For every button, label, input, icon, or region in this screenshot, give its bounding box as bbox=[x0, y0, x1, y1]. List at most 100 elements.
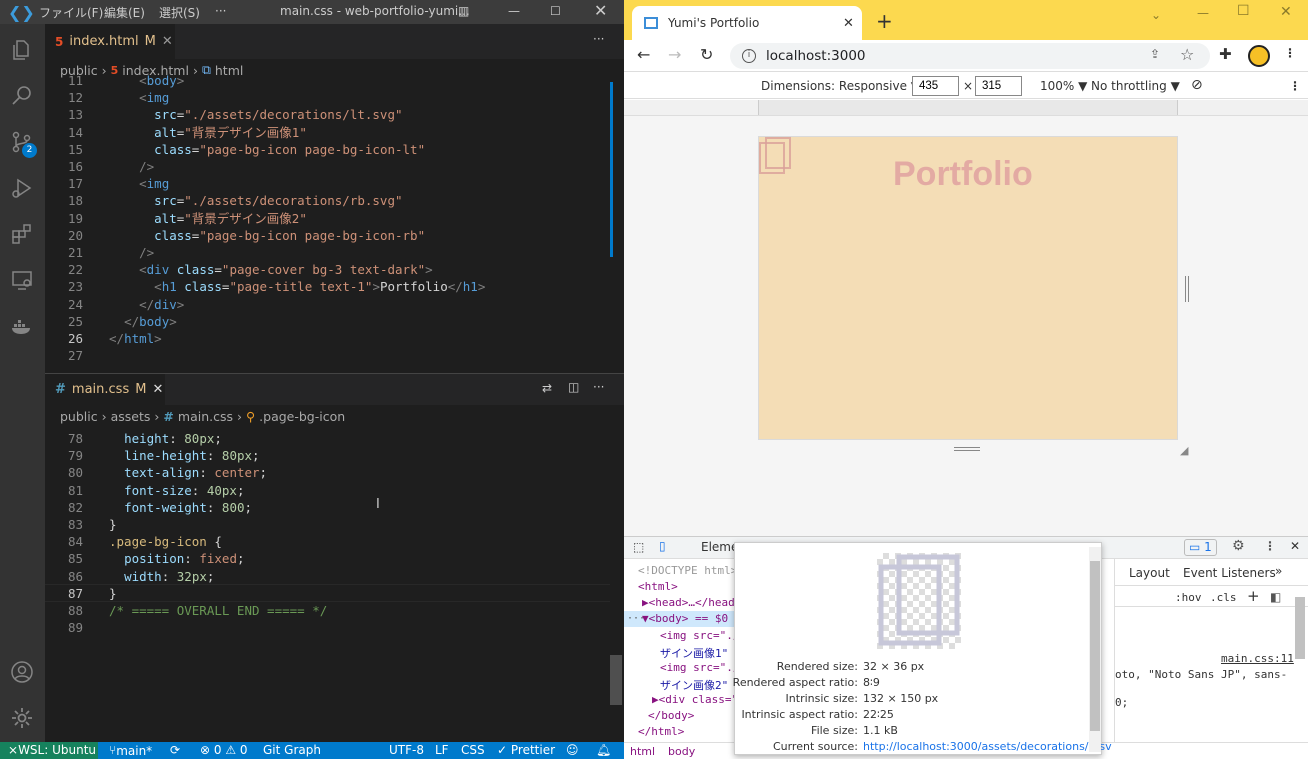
code-editor-html[interactable]: 11 <body> 12 <img 13 src="./assets/decorat… bbox=[45, 73, 610, 373]
encoding-indicator[interactable]: UTF-8 bbox=[389, 743, 424, 757]
dimensions-dropdown[interactable]: Dimensions: Responsive ▼ bbox=[761, 79, 920, 93]
menu-edit[interactable]: 編集(E) bbox=[104, 4, 145, 21]
git-graph-button[interactable]: Git Graph bbox=[263, 743, 321, 757]
rotate-icon[interactable]: ⊘ bbox=[1191, 77, 1203, 93]
prettier-indicator[interactable]: ✓ Prettier bbox=[497, 743, 555, 757]
settings-gear-icon[interactable] bbox=[8, 704, 36, 732]
feedback-icon[interactable]: ☺ bbox=[566, 743, 579, 757]
inspect-element-icon[interactable]: ⬚ bbox=[633, 540, 644, 554]
tab-layout[interactable]: Layout bbox=[1129, 566, 1170, 580]
forward-icon[interactable]: → bbox=[668, 45, 681, 64]
dom-node-selected[interactable]: ▼<body> == $0 bbox=[642, 612, 728, 625]
more-actions-icon[interactable]: ··· bbox=[593, 32, 604, 46]
toggle-sidebar-icon[interactable]: ◧ bbox=[1270, 590, 1281, 604]
viewport-right-resize-handle[interactable] bbox=[1185, 276, 1189, 302]
dom-node[interactable]: </html> bbox=[638, 725, 684, 738]
dom-node[interactable]: ザイン画像1" bbox=[660, 645, 728, 661]
close-tab-icon[interactable]: ✕ bbox=[843, 16, 854, 31]
menu-selection[interactable]: 選択(S) bbox=[159, 4, 200, 21]
branch-indicator[interactable]: ⑂ main* bbox=[109, 743, 152, 758]
ellipsis-icon[interactable]: ··· bbox=[627, 613, 645, 624]
back-icon[interactable]: ← bbox=[637, 45, 650, 64]
hov-button[interactable]: :hov bbox=[1175, 591, 1202, 604]
more-tabs-icon[interactable]: » bbox=[1275, 564, 1282, 578]
extensions-icon[interactable] bbox=[8, 220, 36, 248]
popover-scrollbar-track[interactable] bbox=[1089, 547, 1101, 752]
add-rule-button[interactable]: + bbox=[1247, 587, 1260, 605]
split-editor-icon[interactable]: ◫ bbox=[568, 380, 579, 394]
scrollbar-top[interactable] bbox=[610, 82, 613, 257]
device-mode-icon[interactable]: ▯ bbox=[659, 539, 666, 553]
settings-gear-icon[interactable]: ⚙ bbox=[1232, 538, 1245, 554]
tab-event-listeners[interactable]: Event Listeners bbox=[1183, 566, 1276, 580]
remote-indicator[interactable]: ⨯ WSL: Ubuntu bbox=[0, 742, 98, 759]
remote-explorer-icon[interactable] bbox=[8, 266, 36, 294]
close-window-icon[interactable]: ✕ bbox=[594, 1, 607, 20]
share-icon[interactable]: ⇪ bbox=[1150, 47, 1160, 61]
issues-badge[interactable]: ▭ 1 bbox=[1184, 539, 1217, 556]
tab-elements[interactable]: Eleme bbox=[701, 540, 738, 554]
minimize-icon[interactable]: — bbox=[508, 4, 520, 18]
menu-more[interactable]: ··· bbox=[215, 4, 226, 18]
compare-icon[interactable]: ⇄ bbox=[542, 381, 552, 395]
language-indicator[interactable]: CSS bbox=[461, 743, 485, 757]
code-editor-css[interactable]: 78 height: 80px; 79 line-height: 80px; 80 … bbox=[45, 429, 610, 729]
address-bar[interactable]: i localhost:3000 bbox=[730, 43, 1210, 69]
search-icon[interactable] bbox=[8, 82, 36, 110]
dom-node[interactable]: <img src="./ bbox=[660, 629, 739, 642]
layout-icon[interactable]: ▥ bbox=[458, 4, 469, 18]
popover-scroll-thumb[interactable] bbox=[1090, 561, 1100, 731]
breadcrumb-item[interactable]: .page-bg-icon bbox=[259, 409, 345, 424]
docker-icon[interactable] bbox=[8, 312, 36, 340]
reload-icon[interactable]: ↻ bbox=[700, 45, 713, 64]
sync-icon[interactable]: ⟳ bbox=[170, 743, 180, 757]
breadcrumb-item[interactable]: assets bbox=[111, 409, 151, 424]
tab-main-css[interactable]: # main.css M ✕ bbox=[45, 374, 165, 405]
width-input[interactable] bbox=[912, 76, 959, 96]
devtools-menu-icon[interactable]: ⋮ bbox=[1264, 539, 1276, 553]
chrome-menu-icon[interactable]: ⋮ bbox=[1284, 46, 1296, 60]
new-tab-icon[interactable]: + bbox=[876, 9, 893, 33]
bookmark-star-icon[interactable]: ☆ bbox=[1180, 45, 1194, 64]
close-devtools-icon[interactable]: ✕ bbox=[1290, 539, 1300, 553]
dom-node[interactable]: <!DOCTYPE html> bbox=[638, 564, 737, 577]
media-query-ruler[interactable] bbox=[624, 100, 1308, 116]
more-actions-icon[interactable]: ··· bbox=[593, 380, 604, 394]
eol-indicator[interactable]: LF bbox=[435, 743, 449, 757]
extensions-puzzle-icon[interactable]: ✚ bbox=[1219, 45, 1232, 63]
crumb-html[interactable]: html bbox=[630, 745, 655, 758]
dom-node[interactable]: ▶<div class=" bbox=[652, 693, 738, 706]
notifications-bell-icon[interactable]: 🔔︎ bbox=[596, 743, 611, 757]
close-tab-icon[interactable]: ✕ bbox=[152, 382, 163, 397]
cls-button[interactable]: .cls bbox=[1210, 591, 1237, 604]
problems-indicator[interactable]: ⊗ 0 ⚠ 0 bbox=[200, 743, 248, 757]
tab-search-icon[interactable]: ⌄ bbox=[1151, 8, 1161, 22]
scrollbar-bottom[interactable] bbox=[610, 655, 622, 705]
throttling-dropdown[interactable]: No throttling ▼ bbox=[1091, 79, 1180, 93]
profile-avatar[interactable] bbox=[1248, 45, 1270, 67]
styles-scrollbar[interactable] bbox=[1295, 597, 1305, 659]
info-icon[interactable]: i bbox=[742, 49, 756, 63]
close-tab-icon[interactable]: ✕ bbox=[162, 34, 173, 49]
dom-node[interactable]: <html> bbox=[638, 580, 678, 593]
device-menu-icon[interactable]: ⋮ bbox=[1289, 79, 1301, 93]
close-window-icon[interactable]: ✕ bbox=[1280, 4, 1292, 20]
breadcrumb-item[interactable]: main.css bbox=[178, 409, 233, 424]
style-source-link[interactable]: main.css:11 bbox=[1221, 652, 1294, 665]
minimize-icon[interactable]: — bbox=[1197, 6, 1209, 20]
maximize-icon[interactable]: ☐ bbox=[550, 4, 561, 18]
breadcrumb-item[interactable]: public bbox=[60, 409, 98, 424]
tab-index-html[interactable]: 5 index.html M ✕ bbox=[45, 24, 175, 59]
dom-node[interactable]: <img src="./ bbox=[660, 661, 739, 674]
current-source-link[interactable]: http://localhost:3000/assets/decorations… bbox=[863, 740, 1112, 753]
crumb-body[interactable]: body bbox=[668, 745, 695, 758]
dom-node[interactable]: ザイン画像2" bbox=[660, 677, 728, 693]
dom-node[interactable]: </body> bbox=[648, 709, 694, 722]
viewport-bottom-resize-handle[interactable] bbox=[954, 447, 980, 451]
browser-tab[interactable]: Yumi's Portfolio ✕ bbox=[632, 6, 862, 40]
dom-node[interactable]: ▶<head>…</head> bbox=[642, 596, 741, 609]
run-debug-icon[interactable] bbox=[8, 174, 36, 202]
explorer-icon[interactable] bbox=[8, 36, 36, 64]
menu-file[interactable]: ファイル(F) bbox=[39, 4, 103, 21]
account-icon[interactable] bbox=[8, 658, 36, 686]
